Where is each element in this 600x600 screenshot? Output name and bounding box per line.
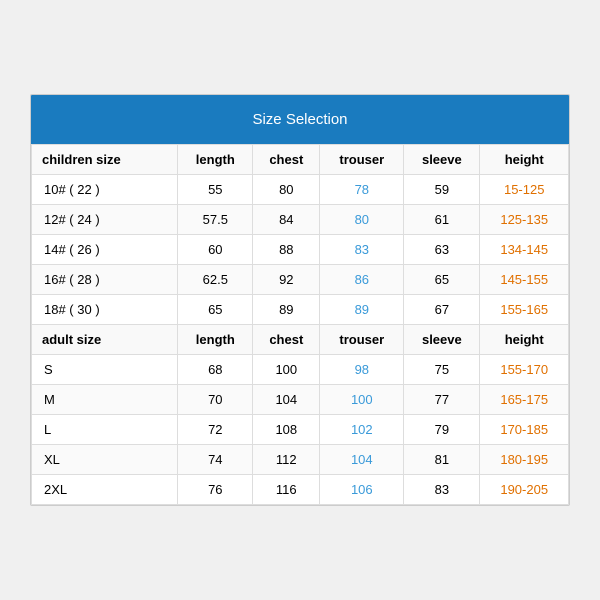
- cell-sleeve: 79: [404, 415, 480, 445]
- cell-size: 2XL: [32, 475, 178, 505]
- cell-chest: 116: [253, 475, 320, 505]
- cell-height: 15-125: [480, 175, 569, 205]
- title: Size Selection: [252, 111, 347, 128]
- cell-height: 180-195: [480, 445, 569, 475]
- cell-chest: 89: [253, 295, 320, 325]
- cell-trouser: 83: [320, 235, 404, 265]
- cell-sleeve: 77: [404, 385, 480, 415]
- adult-col-header: height: [480, 325, 569, 355]
- table-row: L 72 108 102 79 170-185: [32, 415, 569, 445]
- cell-trouser: 80: [320, 205, 404, 235]
- table-row: 14# ( 26 ) 60 88 83 63 134-145: [32, 235, 569, 265]
- cell-sleeve: 59: [404, 175, 480, 205]
- cell-chest: 100: [253, 355, 320, 385]
- cell-size: XL: [32, 445, 178, 475]
- cell-chest: 104: [253, 385, 320, 415]
- cell-length: 57.5: [178, 205, 253, 235]
- cell-trouser: 102: [320, 415, 404, 445]
- cell-length: 65: [178, 295, 253, 325]
- cell-trouser: 100: [320, 385, 404, 415]
- cell-chest: 92: [253, 265, 320, 295]
- col-children-size: children size: [32, 145, 178, 175]
- table-row: 2XL 76 116 106 83 190-205: [32, 475, 569, 505]
- cell-height: 155-165: [480, 295, 569, 325]
- cell-height: 170-185: [480, 415, 569, 445]
- table-row: S 68 100 98 75 155-170: [32, 355, 569, 385]
- cell-length: 70: [178, 385, 253, 415]
- cell-chest: 88: [253, 235, 320, 265]
- cell-sleeve: 81: [404, 445, 480, 475]
- table-row: 12# ( 24 ) 57.5 84 80 61 125-135: [32, 205, 569, 235]
- cell-trouser: 89: [320, 295, 404, 325]
- table-row: 18# ( 30 ) 65 89 89 67 155-165: [32, 295, 569, 325]
- cell-length: 72: [178, 415, 253, 445]
- col-height-header: height: [480, 145, 569, 175]
- size-table: children size length chest trouser sleev…: [31, 144, 569, 505]
- cell-sleeve: 65: [404, 265, 480, 295]
- cell-sleeve: 83: [404, 475, 480, 505]
- cell-sleeve: 61: [404, 205, 480, 235]
- cell-length: 76: [178, 475, 253, 505]
- cell-chest: 84: [253, 205, 320, 235]
- cell-length: 74: [178, 445, 253, 475]
- cell-size: L: [32, 415, 178, 445]
- cell-length: 55: [178, 175, 253, 205]
- cell-chest: 80: [253, 175, 320, 205]
- col-trouser-header: trouser: [320, 145, 404, 175]
- cell-trouser: 106: [320, 475, 404, 505]
- cell-size: 16# ( 28 ): [32, 265, 178, 295]
- cell-sleeve: 67: [404, 295, 480, 325]
- size-selection-card: Size Selection children size length ches…: [30, 94, 570, 506]
- cell-trouser: 98: [320, 355, 404, 385]
- cell-height: 145-155: [480, 265, 569, 295]
- cell-sleeve: 75: [404, 355, 480, 385]
- cell-size: 14# ( 26 ): [32, 235, 178, 265]
- col-length-header: length: [178, 145, 253, 175]
- cell-size: M: [32, 385, 178, 415]
- adult-col-header: length: [178, 325, 253, 355]
- adult-col-header: sleeve: [404, 325, 480, 355]
- cell-size: 10# ( 22 ): [32, 175, 178, 205]
- col-sleeve-header: sleeve: [404, 145, 480, 175]
- cell-length: 60: [178, 235, 253, 265]
- cell-trouser: 86: [320, 265, 404, 295]
- cell-trouser: 104: [320, 445, 404, 475]
- cell-height: 155-170: [480, 355, 569, 385]
- adult-col-header: trouser: [320, 325, 404, 355]
- children-header-row: children size length chest trouser sleev…: [32, 145, 569, 175]
- cell-sleeve: 63: [404, 235, 480, 265]
- col-chest-header: chest: [253, 145, 320, 175]
- cell-size: 18# ( 30 ): [32, 295, 178, 325]
- table-row: 10# ( 22 ) 55 80 78 59 15-125: [32, 175, 569, 205]
- cell-length: 62.5: [178, 265, 253, 295]
- adult-col-header: chest: [253, 325, 320, 355]
- table-row: XL 74 112 104 81 180-195: [32, 445, 569, 475]
- table-row: M 70 104 100 77 165-175: [32, 385, 569, 415]
- cell-trouser: 78: [320, 175, 404, 205]
- cell-size: S: [32, 355, 178, 385]
- title-bar: Size Selection: [31, 95, 569, 144]
- cell-height: 190-205: [480, 475, 569, 505]
- cell-height: 125-135: [480, 205, 569, 235]
- cell-length: 68: [178, 355, 253, 385]
- adult-header-row: adult sizelengthchesttrousersleeveheight: [32, 325, 569, 355]
- cell-height: 134-145: [480, 235, 569, 265]
- cell-chest: 108: [253, 415, 320, 445]
- cell-size: 12# ( 24 ): [32, 205, 178, 235]
- table-row: 16# ( 28 ) 62.5 92 86 65 145-155: [32, 265, 569, 295]
- cell-chest: 112: [253, 445, 320, 475]
- cell-height: 165-175: [480, 385, 569, 415]
- adult-col-header: adult size: [32, 325, 178, 355]
- table-body: 10# ( 22 ) 55 80 78 59 15-125 12# ( 24 )…: [32, 175, 569, 505]
